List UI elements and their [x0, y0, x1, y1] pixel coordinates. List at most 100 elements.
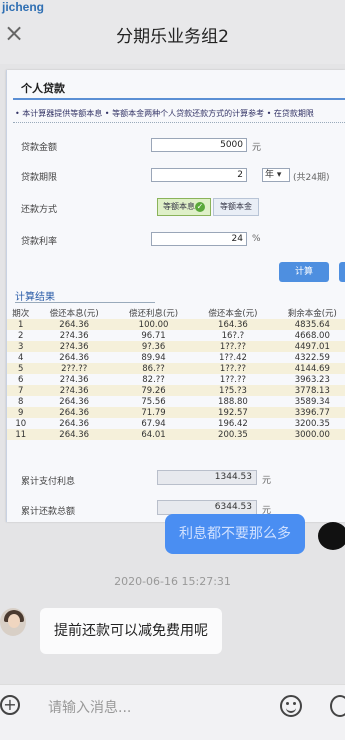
table-cell: 89.94 [141, 352, 166, 363]
reset-button [339, 262, 345, 282]
emoji-icon[interactable] [280, 695, 302, 717]
table-cell: 82.?? [142, 374, 165, 385]
table-cell: 64.01 [113, 429, 194, 440]
table-cell: 1??.?? [193, 341, 273, 352]
table-row: 11 264.36 64.01 200.35 3000.00 [7, 429, 345, 440]
calculate-button: 计算 [279, 262, 329, 282]
user-avatar[interactable] [318, 522, 345, 550]
col-interest: 偿还利息(元) [128, 309, 179, 319]
method-equal-installment: 等额本息 ✓ [157, 198, 211, 216]
table-cell: 3589.34 [294, 396, 330, 407]
term-label: 贷款期限 [21, 173, 58, 183]
table-cell: 264.36 [34, 407, 114, 418]
table-cell: 200.35 [193, 429, 273, 440]
table-cell: 264.36 [59, 396, 90, 407]
term-unit-select: 年 ▾ [262, 168, 290, 182]
table-cell: 4497.01 [272, 341, 345, 352]
table-row: 3 2?4.36 9?.36 1??.?? 4497.01 [7, 341, 345, 352]
rate-unit: % [252, 234, 261, 244]
table-cell: 71.79 [113, 407, 194, 418]
table-cell: 8 [18, 396, 24, 407]
amount-label: 贷款金额 [21, 143, 58, 153]
table-cell: 16?.? [221, 330, 245, 341]
divider [13, 122, 345, 123]
table-cell: 2 [18, 330, 24, 341]
table-cell: 3778.13 [272, 385, 345, 396]
table-cell: 11 [7, 429, 35, 440]
table-cell: 1??.42 [218, 352, 247, 363]
table-cell: 4668.00 [294, 330, 330, 341]
title-underline [13, 98, 345, 100]
table-row: 4 264.36 89.94 1??.42 4322.59 [7, 352, 345, 363]
term-unit-value: 年 [265, 170, 275, 180]
plus-icon[interactable]: + [0, 695, 20, 715]
col-payment: 偿还本息(元) [49, 309, 99, 319]
table-row: 1 264.36 100.00 164.36 4835.64 [7, 319, 345, 330]
table-cell: 100.00 [113, 319, 194, 330]
check-icon: ✓ [195, 201, 205, 212]
rate-input: 24 [151, 232, 247, 246]
chat-header: × 分期乐业务组2 [0, 0, 345, 64]
table-cell: 67.94 [141, 418, 166, 429]
table-body: 1 264.36 100.00 164.36 4835.64 2 2?4.36 96.71 16… [7, 319, 345, 440]
avatar-face [8, 614, 20, 628]
panel-title: 个人贷款 [21, 82, 65, 95]
total-interest-unit: 元 [262, 476, 272, 486]
table-cell: 2?4.36 [34, 385, 114, 396]
table-cell: 3000.00 [272, 429, 345, 440]
table-cell: 2?4.36 [34, 341, 114, 352]
table-cell: 264.36 [34, 319, 114, 330]
table-cell: 3963.23 [294, 374, 330, 385]
message-bubble-received[interactable]: 提前还款可以减免费用呢 [40, 608, 222, 654]
table-cell: 5 [7, 363, 35, 374]
table-cell: 3396.77 [272, 407, 345, 418]
table-cell: 6 [18, 374, 24, 385]
message-bubble-sent[interactable]: 利息都不要那么多 [165, 514, 305, 554]
col-period: 期次 [12, 309, 30, 319]
table-cell: 96.71 [141, 330, 166, 341]
total-payment-value: 6344.53 [157, 500, 257, 515]
table-cell: 1??.?? [219, 374, 246, 385]
message-timestamp: 2020-06-16 15:27:31 [114, 575, 231, 588]
table-cell: 4835.64 [272, 319, 345, 330]
table-cell: 79.26 [113, 385, 194, 396]
term-input: 2 [151, 168, 247, 182]
table-cell: 196.42 [218, 418, 248, 429]
calculator-note: • 本计算器提供等额本息 • 等额本金两种个人贷款还款方式的计算参考 • 在贷款… [15, 109, 314, 118]
table-cell: 9?.36 [113, 341, 194, 352]
amount-unit: 元 [252, 143, 262, 153]
table-cell: 264.36 [59, 352, 90, 363]
table-row: 10 264.36 67.94 196.42 3200.35 [7, 418, 345, 429]
method-label: 还款方式 [21, 205, 58, 215]
table-cell: 75.56 [141, 396, 166, 407]
table-cell: 264.36 [59, 418, 90, 429]
table-cell: 264.36 [34, 429, 114, 440]
more-icon[interactable] [330, 695, 345, 717]
amount-input: 5000 [151, 138, 247, 152]
table-row: 5 2??.?? 86.?? 1??.?? 4144.69 [7, 363, 345, 374]
col-principal: 偿还本金(元) [208, 309, 258, 319]
agent-avatar[interactable] [0, 608, 26, 636]
table-cell: 4322.59 [294, 352, 330, 363]
table-row: 8 264.36 75.56 188.80 3589.34 [7, 396, 345, 407]
table-cell: 1?5.?3 [193, 385, 273, 396]
results-underline [15, 302, 155, 303]
total-interest-label: 累计支付利息 [21, 477, 76, 487]
col-remaining: 剩余本金(元) [287, 309, 337, 319]
table-cell: 4 [18, 352, 24, 363]
table-row: 9 264.36 71.79 192.57 3396.77 [7, 407, 345, 418]
loan-calculator-screenshot[interactable]: 个人贷款 • 本计算器提供等额本息 • 等额本金两种个人贷款还款方式的计算参考 … [6, 70, 345, 522]
table-row: 2 2?4.36 96.71 16?.? 4668.00 [7, 330, 345, 341]
input-bar: + 请输入消息... [0, 684, 345, 740]
table-cell: 2?4.36 [59, 374, 89, 385]
message-input[interactable]: 请输入消息... [48, 697, 131, 717]
total-interest-value: 1344.53 [157, 470, 257, 485]
term-hint: (共24期) [293, 173, 330, 183]
table-cell: 4144.69 [272, 363, 345, 374]
table-cell: 2??.?? [34, 363, 114, 374]
total-payment-label: 累计还款总额 [21, 507, 76, 517]
table-row: 6 2?4.36 82.?? 1??.?? 3963.23 [7, 374, 345, 385]
table-cell: 2?4.36 [59, 330, 89, 341]
watermark: jicheng [2, 0, 45, 14]
results-title: 计算结果 [15, 292, 55, 303]
